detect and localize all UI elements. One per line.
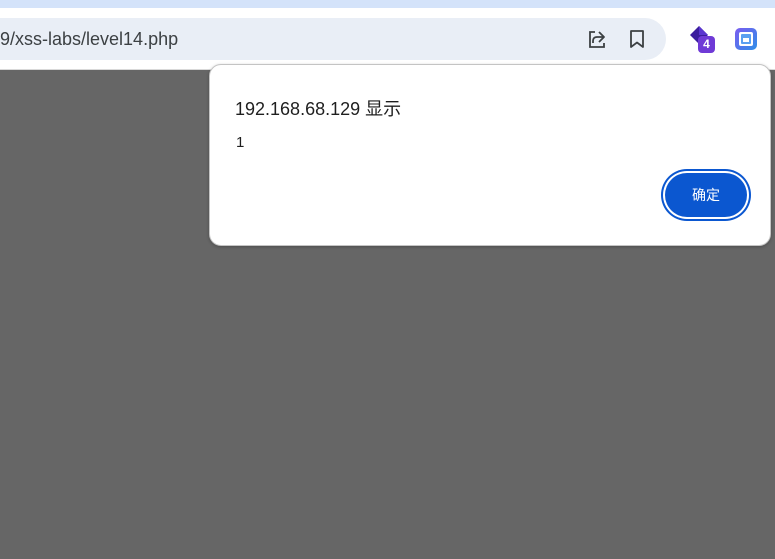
address-bar-url[interactable]: 9/xss-labs/level14.php bbox=[0, 18, 178, 60]
alert-dialog: 192.168.68.129 显示 1 确定 bbox=[209, 64, 771, 246]
extension-diamond-icon[interactable]: 4 bbox=[688, 24, 718, 54]
dialog-title: 192.168.68.129 显示 bbox=[235, 99, 402, 119]
ok-button[interactable]: 确定 bbox=[665, 173, 747, 217]
browser-toolbar: 9/xss-labs/level14.php 4 bbox=[0, 8, 775, 70]
extension-square-icon[interactable] bbox=[731, 24, 761, 54]
share-icon[interactable] bbox=[585, 27, 609, 51]
bookmark-icon[interactable] bbox=[625, 27, 649, 51]
address-bar[interactable]: 9/xss-labs/level14.php bbox=[0, 18, 666, 60]
dialog-message: 1 bbox=[236, 134, 245, 151]
extension-badge: 4 bbox=[698, 36, 715, 53]
window-top-strip bbox=[0, 0, 775, 8]
